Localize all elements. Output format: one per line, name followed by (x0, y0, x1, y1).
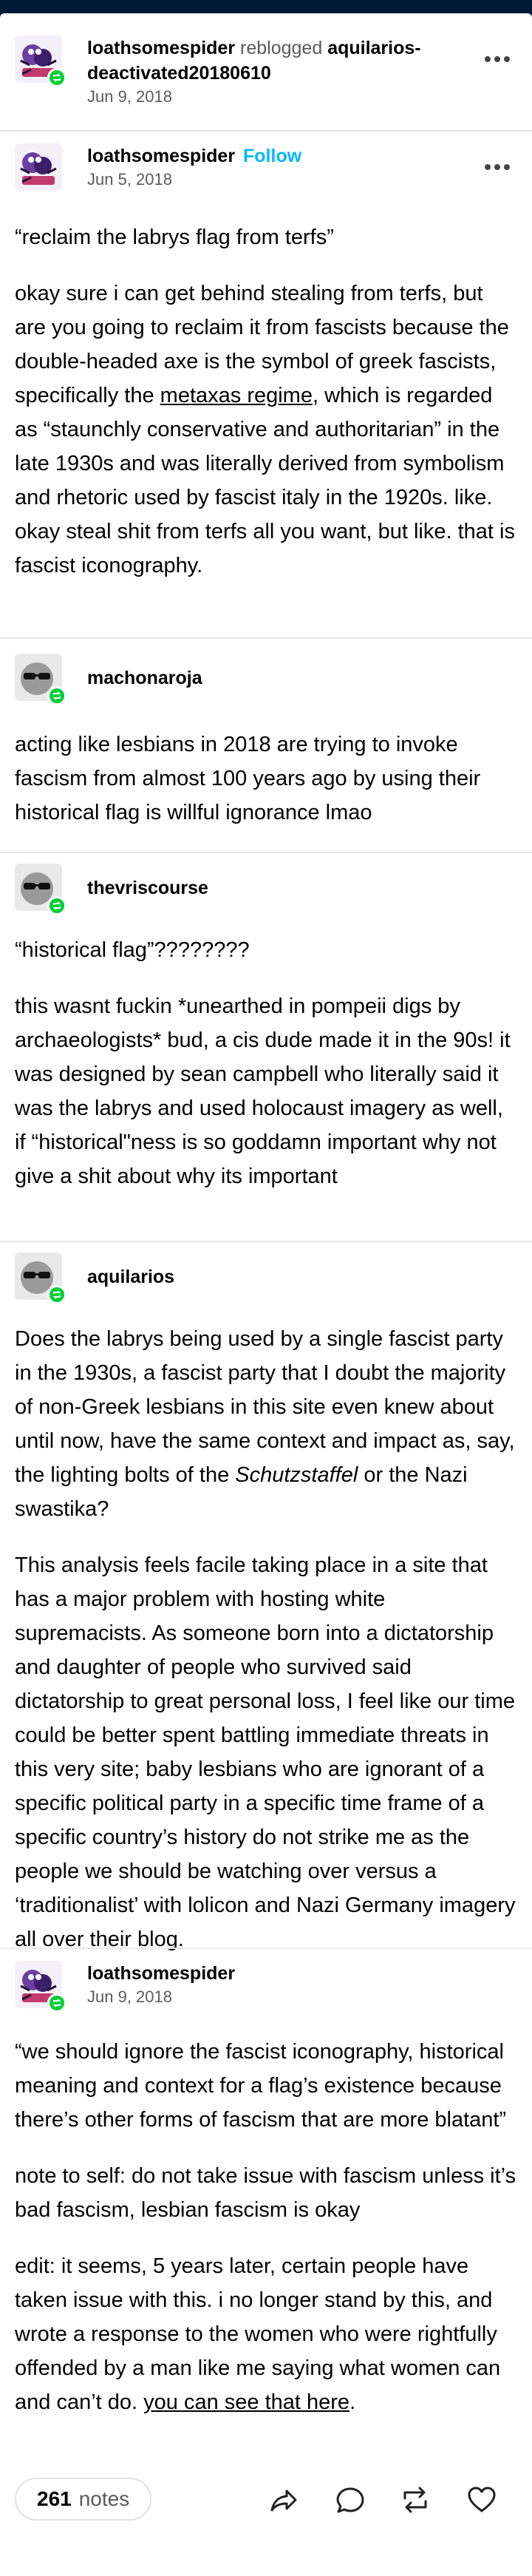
reblog-date: Jun 9, 2018 (87, 1987, 172, 2006)
post-header: loathsomespider Follow Jun 5, 2018 (15, 143, 517, 191)
reblog-meta: loathsomespider Jun 9, 2018 (87, 1961, 235, 2008)
reblogger-username[interactable]: loathsomespider (87, 1963, 235, 1984)
reblog-header-machonaroja: machonaroja (15, 654, 517, 705)
reblog-paragraph: edit: it seems, 5 years later, certain p… (15, 2249, 517, 2419)
reblog-body: “historical flag”???????? this wasnt fuc… (15, 933, 517, 1193)
post-paragraph: okay sure i can get behind stealing from… (15, 277, 517, 583)
post-date: Jun 5, 2018 (87, 170, 172, 189)
reblog-badge-icon (47, 68, 66, 87)
metaxas-link[interactable]: metaxas regime (160, 384, 313, 407)
reblog-text: . (349, 2390, 356, 2414)
reblog-paragraph: note to self: do not take issue with fas… (15, 2164, 516, 2222)
divider (0, 852, 532, 853)
reblog-meta: loathsomespider reblogged aquilarios-dea… (87, 35, 517, 108)
reblog-date: Jun 9, 2018 (87, 87, 172, 106)
reply-icon[interactable] (334, 2484, 366, 2516)
reblog-body: Does the labrys being used by a single f… (15, 1322, 517, 1956)
reblog-paragraph: this wasnt fuckin *unearthed in pompeii … (15, 994, 511, 1188)
reblog-header-aquilarios: aquilarios (15, 1253, 517, 1304)
avatar[interactable] (15, 1961, 66, 2013)
avatar[interactable] (15, 35, 66, 87)
post-username[interactable]: loathsomespider (87, 146, 235, 166)
post-meta: loathsomespider Follow Jun 5, 2018 (87, 143, 301, 191)
reblog-badge-icon (47, 1993, 66, 2013)
reblog-header: loathsomespider reblogged aquilarios-dea… (15, 35, 517, 108)
reblogger-username[interactable]: aquilarios (87, 1267, 174, 1287)
reblog-header-thevriscourse: thevriscourse (15, 864, 517, 915)
divider (0, 637, 532, 639)
notes-button[interactable]: 261 notes (15, 2478, 152, 2521)
reblog-badge-icon (47, 1285, 66, 1304)
follow-button[interactable]: Follow (243, 146, 301, 166)
avatar[interactable] (15, 654, 66, 705)
reblog-badge-icon (47, 686, 66, 705)
reblog-icon[interactable] (399, 2484, 432, 2516)
notes-label: notes (78, 2487, 130, 2510)
avatar[interactable] (15, 864, 66, 915)
reblog-body: “we should ignore the fascist iconograph… (15, 2035, 517, 2419)
reblog-body: acting like lesbians in 2018 are trying … (15, 728, 517, 830)
reblog-badge-icon (47, 896, 66, 915)
reblog-paragraph: “we should ignore the fascist iconograph… (15, 2040, 507, 2132)
more-dots-icon[interactable] (485, 56, 510, 62)
reblog-meta: machonaroja (87, 654, 202, 691)
divider (0, 1241, 532, 1242)
reblogger-username[interactable]: thevriscourse (87, 878, 208, 898)
post-footer: 261 notes (0, 2467, 532, 2541)
spider-avatar (15, 143, 62, 191)
post-body: “reclaim the labrys flag from terfs” oka… (15, 220, 517, 583)
post-card: loathsomespider reblogged aquilarios-dea… (0, 13, 532, 2576)
share-icon[interactable] (267, 2484, 300, 2516)
post-text: , which is regarded as “staunchly conser… (15, 384, 515, 577)
reblogger-username[interactable]: loathsomespider (87, 38, 235, 58)
reblog-paragraph: acting like lesbians in 2018 are trying … (15, 733, 481, 824)
reblog-meta: thevriscourse (87, 864, 208, 901)
divider (0, 1948, 532, 1949)
notes-count: 261 (37, 2487, 72, 2510)
reblog-paragraph: This analysis feels facile taking place … (15, 1553, 516, 1951)
reblog-header-loathsomespider: loathsomespider Jun 9, 2018 (15, 1961, 517, 2013)
more-dots-icon[interactable] (485, 164, 510, 170)
reblog-paragraph: “historical flag”???????? (15, 938, 250, 962)
post-quote: “reclaim the labrys flag from terfs” (15, 226, 334, 249)
heart-icon[interactable] (466, 2484, 498, 2516)
reblog-meta: aquilarios (87, 1253, 174, 1289)
reblogged-text: reblogged (240, 38, 323, 58)
divider (0, 130, 532, 132)
avatar[interactable] (15, 1253, 66, 1304)
reblog-italic-text: Schutzstaffel (235, 1463, 358, 1487)
response-link[interactable]: you can see that here (143, 2390, 349, 2414)
avatar[interactable] (15, 143, 62, 191)
reblogger-username[interactable]: machonaroja (87, 668, 202, 688)
reblog-paragraph: Does the labrys being used by a single f… (15, 1322, 517, 1526)
